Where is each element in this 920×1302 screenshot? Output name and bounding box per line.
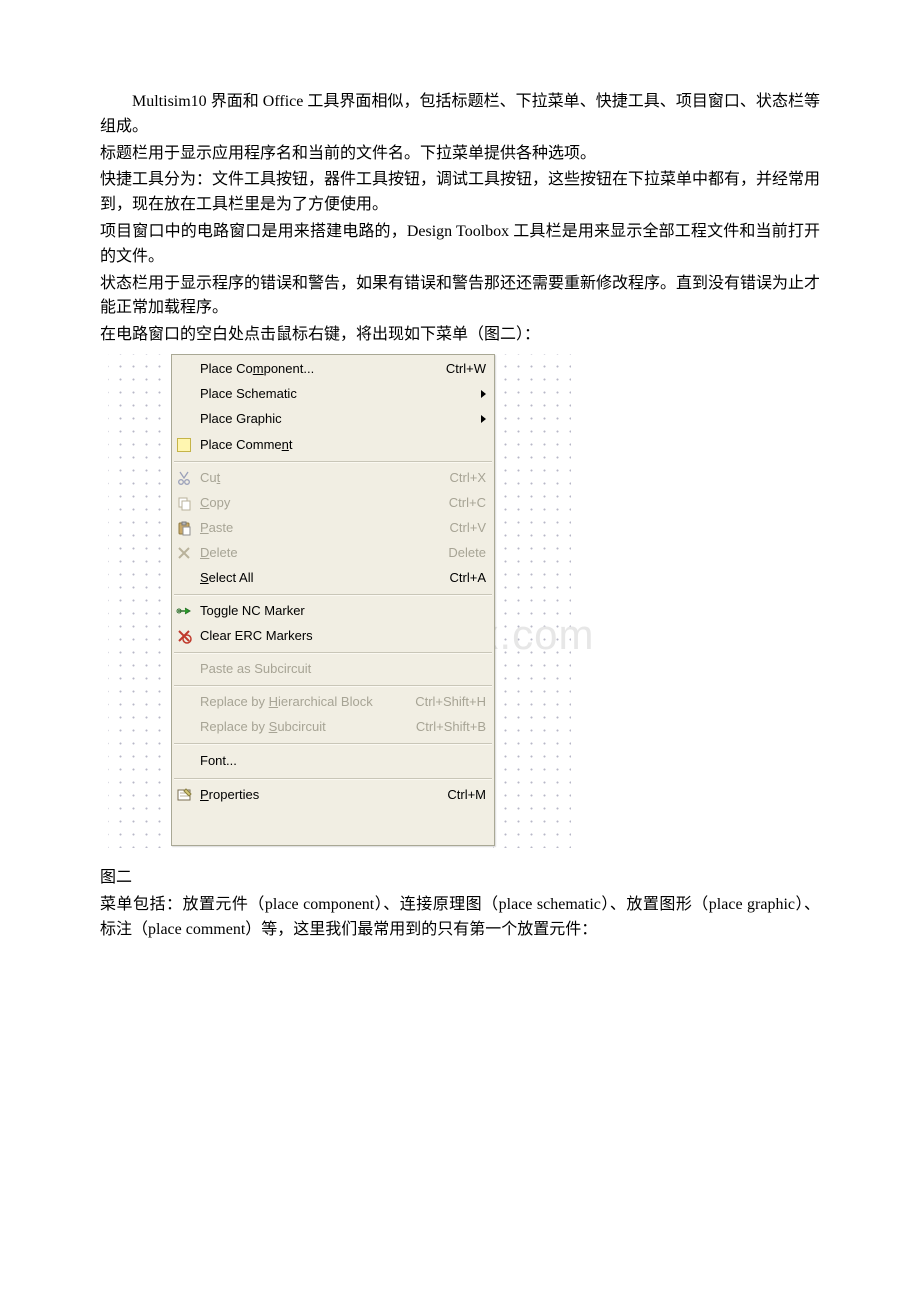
shortcut: Ctrl+Shift+B [416, 717, 494, 737]
menu-toggle-nc[interactable]: Toggle NC Marker [172, 599, 494, 624]
submenu-arrow-icon [481, 415, 486, 423]
menu-place-comment[interactable]: Place Comment [172, 432, 494, 458]
comment-icon [177, 438, 191, 452]
submenu-arrow-icon [481, 390, 486, 398]
delete-icon [176, 545, 192, 561]
nc-marker-icon [176, 603, 192, 619]
shortcut: Ctrl+C [449, 493, 494, 513]
paragraph: 状态栏用于显示程序的错误和警告，如果有错误和警告那还还需要重新修改程序。直到没有… [100, 272, 820, 322]
menu-separator [174, 461, 492, 463]
menu-paste-subcircuit[interactable]: Paste as Subcircuit [172, 657, 494, 682]
menu-separator [174, 652, 492, 654]
menu-replace-subcircuit[interactable]: Replace by Subcircuit Ctrl+Shift+B [172, 715, 494, 740]
paragraph: 标题栏用于显示应用程序名和当前的文件名。下拉菜单提供各种选项。 [100, 142, 820, 167]
shortcut: Delete [448, 543, 494, 563]
cut-icon [176, 470, 192, 486]
erc-marker-icon [176, 628, 192, 644]
menu-delete[interactable]: Delete Delete [172, 541, 494, 566]
figure-caption: 图二 [100, 866, 820, 891]
schematic-grid [108, 354, 171, 848]
paragraph: 快捷工具分为：文件工具按钮，器件工具按钮，调试工具按钮，这些按钮在下拉菜单中都有… [100, 168, 820, 218]
copy-icon [176, 495, 192, 511]
menu-paste[interactable]: Paste Ctrl+V [172, 516, 494, 541]
paragraph: Multisim10 界面和 Office 工具界面相似，包括标题栏、下拉菜单、… [100, 90, 820, 140]
menu-separator [174, 685, 492, 687]
menu-separator [174, 743, 492, 745]
menu-copy[interactable]: Copy Ctrl+C [172, 491, 494, 516]
menu-properties[interactable]: Properties Ctrl+M [172, 783, 494, 808]
menu-separator [174, 594, 492, 596]
menu-cut[interactable]: Cut Ctrl+X [172, 466, 494, 491]
menu-font[interactable]: Font... [172, 748, 494, 775]
paragraph: 项目窗口中的电路窗口是用来搭建电路的，Design Toolbox 工具栏是用来… [100, 220, 820, 270]
menu-place-schematic[interactable]: Place Schematic [172, 382, 494, 407]
menu-select-all[interactable]: Select All Ctrl+A [172, 566, 494, 591]
shortcut: Ctrl+V [450, 518, 494, 538]
properties-icon [176, 787, 192, 803]
menu-clear-erc[interactable]: Clear ERC Markers [172, 624, 494, 649]
menu-place-graphic[interactable]: Place Graphic [172, 407, 494, 432]
menu-place-component[interactable]: Place Component... Ctrl+W [172, 357, 494, 382]
paste-icon [176, 520, 192, 536]
shortcut: Ctrl+X [450, 468, 494, 488]
shortcut: Ctrl+W [446, 359, 494, 379]
menu-replace-hierarchical[interactable]: Replace by Hierarchical Block Ctrl+Shift… [172, 690, 494, 715]
paragraph: 在电路窗口的空白处点击鼠标右键，将出现如下菜单（图二）： [100, 323, 820, 348]
schematic-grid [493, 354, 571, 848]
shortcut: Ctrl+Shift+H [415, 692, 494, 712]
context-menu-screenshot: www.bdocx.com Place Component... Ctrl+W … [108, 354, 568, 848]
menu-separator [174, 778, 492, 780]
context-menu: Place Component... Ctrl+W Place Schemati… [171, 354, 495, 846]
paragraph: 菜单包括：放置元件（place component）、连接原理图（place s… [100, 893, 820, 943]
shortcut: Ctrl+M [447, 785, 494, 805]
shortcut: Ctrl+A [450, 568, 494, 588]
